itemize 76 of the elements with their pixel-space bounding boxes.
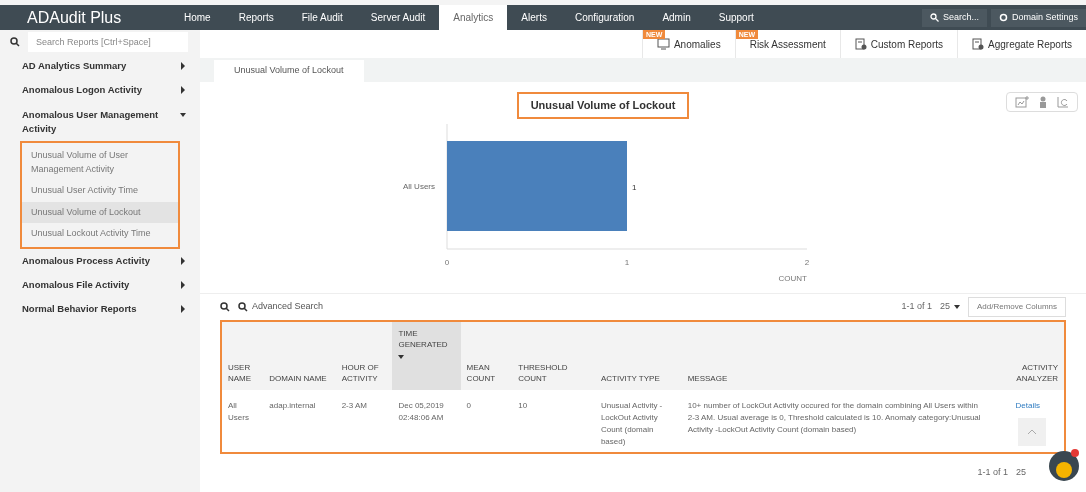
search-icon[interactable] (220, 302, 230, 312)
caret-right-icon (180, 86, 186, 95)
table-cell: Unusual Activity - LockOut Activity Count (domain based) (594, 390, 682, 452)
table-cell: 2-3 AM (335, 390, 393, 452)
user-icon[interactable] (1037, 96, 1049, 108)
sidebar-subitem[interactable]: Unusual Volume of Lockout (22, 201, 178, 223)
chart-add-icon[interactable] (1015, 96, 1029, 108)
table-cell: adap.internal (263, 390, 336, 452)
search-button[interactable]: Search... (921, 8, 987, 27)
search-icon (10, 37, 20, 47)
column-header[interactable]: ACTIVITY TYPE (594, 322, 682, 390)
settings-icon (998, 13, 1008, 22)
nav-tab[interactable]: Server Audit (356, 5, 440, 30)
tick-label: 2 (804, 257, 810, 267)
chevron-up-icon (1027, 429, 1037, 435)
page-size-dropdown[interactable]: 25 (939, 300, 960, 314)
caret-right-icon (180, 280, 186, 289)
table-cell: All Users (222, 390, 264, 452)
nav-tab[interactable]: Support (704, 5, 768, 30)
report-tab[interactable]: Unusual Volume of Lockout (214, 60, 364, 82)
caret-right-icon (180, 256, 186, 265)
category-label: All Users (403, 181, 435, 191)
column-header[interactable]: TIME GENERATED (392, 322, 461, 390)
tick-label: 0 (444, 257, 450, 267)
column-header[interactable]: USER NAME (222, 322, 264, 390)
advanced-search-link[interactable]: Advanced Search (238, 300, 324, 314)
report-icon (972, 38, 985, 50)
sidebar-item[interactable]: Normal Behavior Reports (0, 297, 200, 322)
table-cell: Dec 05,2019 02:48:06 AM (392, 390, 461, 452)
nav-tab[interactable]: Home (170, 5, 225, 30)
table-cell: 0 (460, 390, 513, 452)
caret-down-icon (398, 353, 405, 361)
column-header[interactable]: THRESHOLD COUNT (512, 322, 595, 390)
sidebar-subitem[interactable]: Unusual Volume of User Management Activity (22, 145, 178, 180)
chatbot-icon[interactable] (1048, 448, 1080, 482)
value-label: 1 (632, 182, 637, 192)
nav-tab[interactable]: File Audit (287, 5, 357, 30)
column-header[interactable]: DOMAIN NAME (263, 322, 336, 390)
nav-tab[interactable]: Alerts (507, 5, 561, 30)
app-title: ADAudit Plus (26, 7, 123, 28)
nav-tab[interactable]: Configuration (560, 5, 649, 30)
column-header[interactable]: MEAN COUNT (460, 322, 513, 390)
page-range: 1-1 of 1 (901, 300, 932, 314)
nav-tab[interactable]: Admin (648, 5, 705, 30)
tick-label: 1 (624, 257, 630, 267)
table-cell: 10 (512, 390, 595, 452)
search-icon (929, 13, 939, 22)
page-range: 1-1 of 1 (977, 466, 1008, 480)
domain-settings-button[interactable]: Domain Settings (990, 8, 1086, 27)
nav-tab[interactable]: Analytics (439, 5, 508, 30)
nav-tab[interactable]: Reports (224, 5, 288, 30)
column-header[interactable]: ACTIVITY ANALYZER (991, 322, 1064, 390)
refresh-icon[interactable] (1057, 96, 1069, 108)
monitor-icon (656, 38, 670, 50)
caret-down-icon (180, 110, 186, 119)
column-header[interactable]: MESSAGE (681, 322, 992, 390)
caret-down-icon (953, 303, 960, 311)
sidebar-item[interactable]: Anomalous Logon Activity (0, 78, 200, 103)
caret-right-icon (180, 62, 186, 70)
column-header[interactable]: HOUR OF ACTIVITY (335, 322, 393, 390)
sidebar-item[interactable]: AD Analytics Summary (0, 54, 200, 79)
chart-title: Unusual Volume of Lockout (516, 92, 690, 119)
sidebar-subitem[interactable]: Unusual User Activity Time (22, 180, 178, 202)
sidebar-item[interactable]: Anomalous User Management Activity (0, 102, 200, 141)
sidebar-item[interactable]: Anomalous Process Activity (0, 248, 200, 273)
table-cell: 10+ number of LockOut Activity occured for the domain combining All Users within 2-3 AM. Usual average is 0, Threshold calculated is 10. Anomaly category:Unusual Activity -LockOut Activity Count (domain based) (681, 390, 992, 452)
caret-right-icon (180, 305, 186, 313)
sidebar-subitem[interactable]: Unusual Lockout Activity Time (22, 223, 178, 245)
search-plus-icon (238, 302, 248, 312)
search-field[interactable]: Search Reports [Ctrl+Space] (28, 32, 188, 52)
details-link[interactable]: Details (991, 390, 1064, 452)
axis-title: COUNT (778, 273, 807, 283)
add-remove-columns-button[interactable]: Add/Remove Columns (967, 297, 1066, 317)
page-size-dropdown[interactable]: 25 (1016, 466, 1026, 480)
sidebar-item[interactable]: Anomalous File Activity (0, 272, 200, 297)
report-icon (854, 38, 867, 50)
